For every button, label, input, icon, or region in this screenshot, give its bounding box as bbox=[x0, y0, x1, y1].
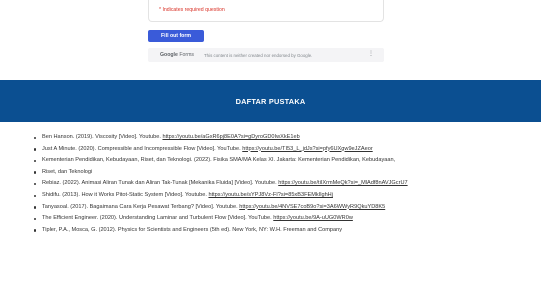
reference-text: The Efficient Engineer. (2020). Understa… bbox=[42, 215, 274, 222]
forms-logo-text: Forms bbox=[179, 52, 195, 58]
list-item: Rebiaz. (2022). Animasi Aliran Tunak dan… bbox=[34, 180, 524, 187]
google-disclaimer: This content is neither created nor endo… bbox=[204, 52, 313, 58]
form-card: * Indicates required question bbox=[148, 0, 384, 22]
reference-text: Riset, dan Teknologi bbox=[42, 168, 93, 175]
reference-text: Tanyasoal. (2017). Bagaimana Cara Kerja … bbox=[42, 203, 240, 210]
list-item: The Efficient Engineer. (2020). Understa… bbox=[34, 215, 524, 222]
list-item: Shidifu. (2013). How it Works Pitot-Stat… bbox=[34, 192, 524, 199]
embedded-form-area: * Indicates required question Fill out f… bbox=[0, 0, 541, 80]
list-item: Tanyasoal. (2017). Bagaimana Cara Kerja … bbox=[34, 204, 524, 211]
section-title: DAFTAR PUSTAKA bbox=[235, 96, 306, 106]
fill-out-form-button[interactable]: Fill out form bbox=[148, 30, 204, 42]
reference-list: Ben Hanson. (2019). Viscosity [Video]. Y… bbox=[34, 134, 524, 238]
reference-link[interactable]: https://youtu.be/sYPJ8Vz-FI?si=85xB3FEMk… bbox=[208, 192, 333, 198]
list-item: Tipler, P.A., Mosca, G. (2012). Physics … bbox=[34, 227, 524, 234]
reference-link[interactable]: https://youtu.be/TI53_L_jdJs?si=pfy6UXgw… bbox=[242, 146, 372, 152]
reference-text: Ben Hanson. (2019). Viscosity [Video]. Y… bbox=[42, 134, 163, 140]
list-item: Just A Minute. (2020). Compressible and … bbox=[34, 146, 524, 153]
list-item: Kementerian Pendidikan, Kebudayaan, Rise… bbox=[34, 157, 524, 164]
reference-link[interactable]: https://youtu.be/tiIXrmMeQk?si=_MlAdf8nA… bbox=[278, 180, 407, 186]
reference-link[interactable]: https://youtu.be/9A-uUG0WR0w bbox=[273, 215, 353, 221]
reference-text: Kementerian Pendidikan, Kebudayaan, Rise… bbox=[42, 157, 396, 164]
section-banner: DAFTAR PUSTAKA bbox=[0, 80, 541, 122]
reference-text: Just A Minute. (2020). Compressible and … bbox=[42, 145, 243, 152]
google-forms-footer: Google Forms This content is neither cre… bbox=[148, 48, 384, 62]
required-note: * Indicates required question bbox=[159, 7, 225, 13]
list-item: Ben Hanson. (2019). Viscosity [Video]. Y… bbox=[34, 134, 524, 141]
google-forms-logo[interactable]: Google Forms bbox=[160, 52, 194, 58]
reference-link[interactable]: https://youtu.be/4NVSE7coB9o?si=3A6WWyR9… bbox=[239, 204, 385, 210]
reference-text: Tipler, P.A., Mosca, G. (2012). Physics … bbox=[42, 226, 343, 233]
google-logo-text: Google bbox=[160, 52, 178, 58]
reference-link[interactable]: https://youtu.be/aGxR6pj8E0A?si=gDyroGD0… bbox=[162, 134, 299, 140]
reference-text: Rebiaz. (2022). Animasi Aliran Tunak dan… bbox=[42, 180, 279, 187]
reference-text: Shidifu. (2013). How it Works Pitot-Stat… bbox=[42, 191, 209, 198]
list-item: Riset, dan Teknologi bbox=[34, 169, 524, 176]
more-options-icon[interactable]: ⋮ bbox=[368, 50, 374, 57]
